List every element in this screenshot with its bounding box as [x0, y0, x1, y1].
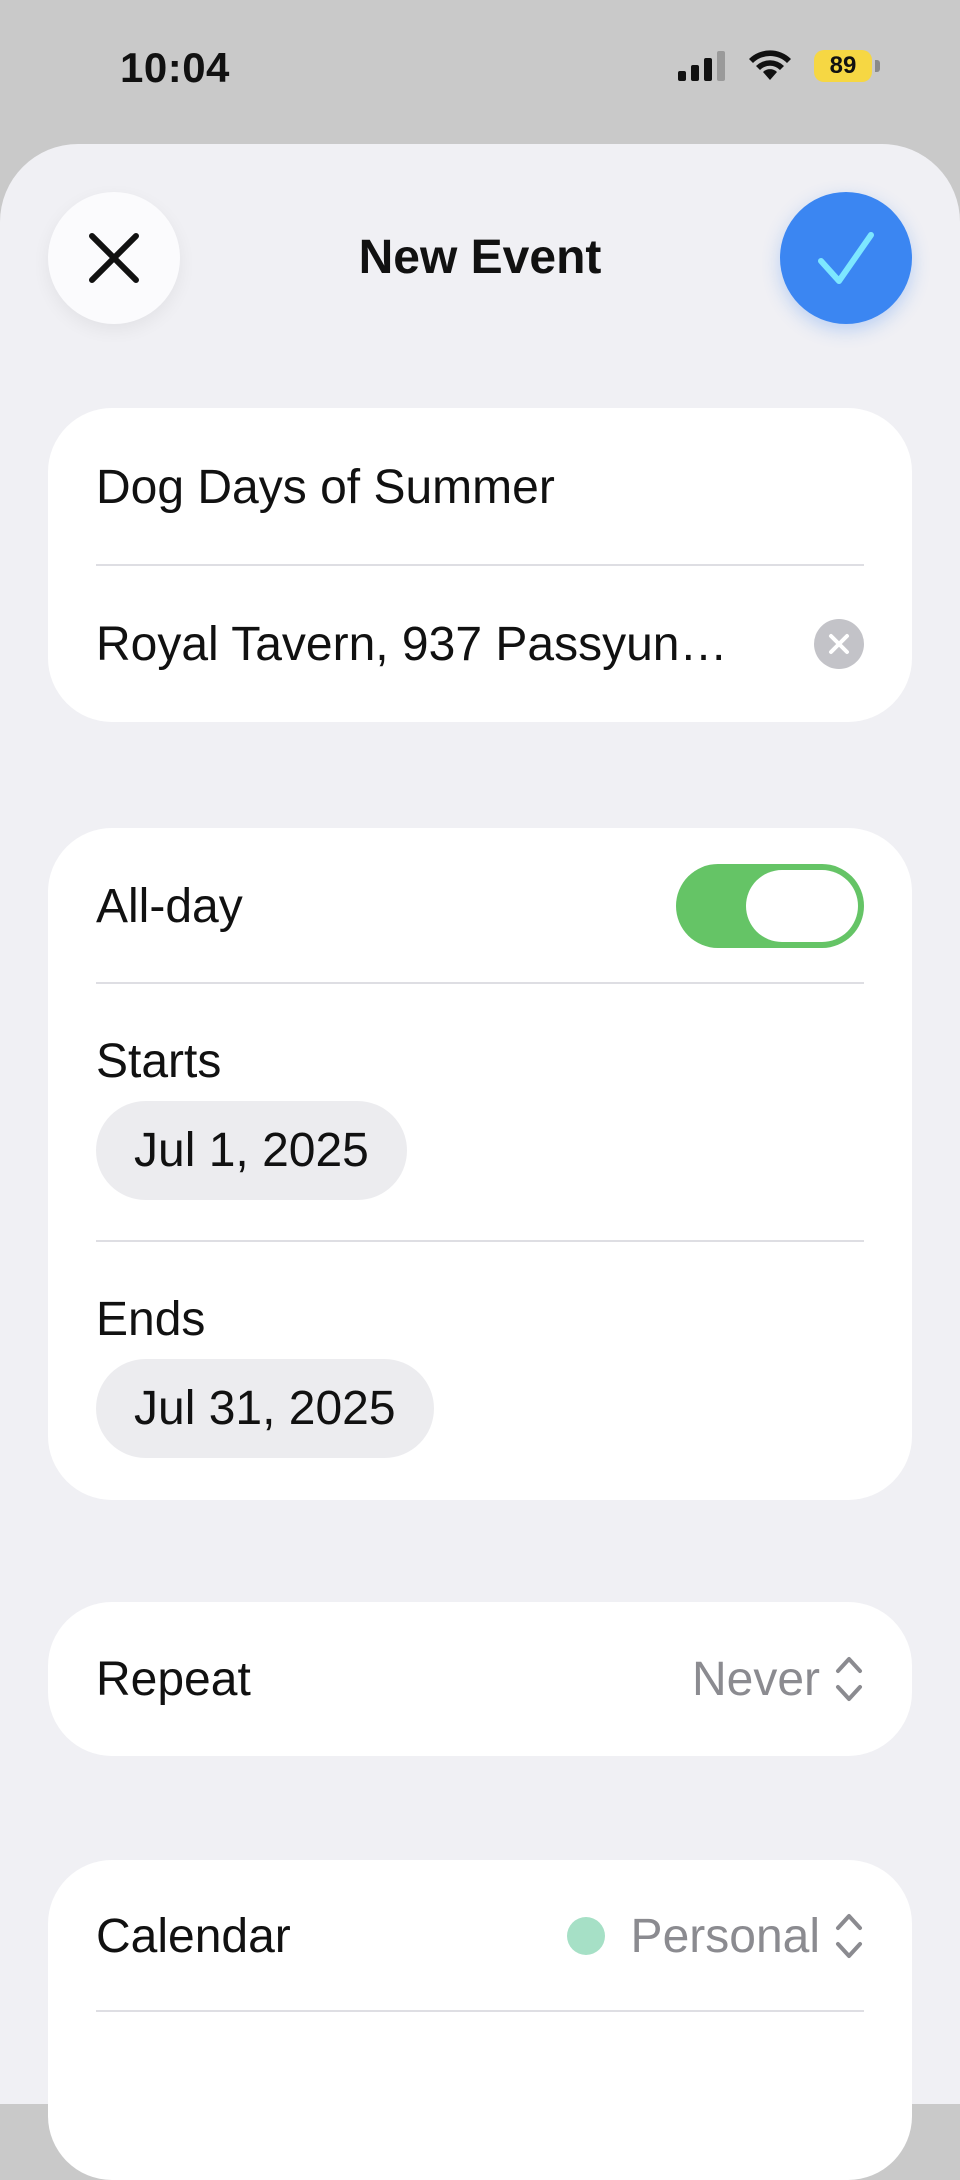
title-field[interactable]: Dog Days of Summer — [48, 408, 912, 566]
repeat-row[interactable]: Repeat Never — [48, 1602, 912, 1756]
ends-date-button[interactable]: Jul 31, 2025 — [96, 1359, 434, 1458]
new-event-sheet: New Event Dog Days of Summer Royal Taver… — [0, 144, 960, 2180]
calendar-label: Calendar — [96, 1909, 291, 1963]
clear-location-button[interactable] — [814, 619, 864, 669]
battery-tip — [875, 60, 880, 72]
cellular-signal-icon — [678, 51, 725, 81]
wifi-icon — [749, 50, 791, 80]
starts-date-button[interactable]: Jul 1, 2025 — [96, 1101, 407, 1200]
all-day-label: All-day — [96, 879, 243, 933]
calendar-value: Personal — [630, 1909, 820, 1963]
all-day-toggle[interactable] — [676, 864, 864, 948]
calendar-selector[interactable]: Personal — [566, 1909, 864, 1964]
done-button[interactable] — [780, 192, 912, 324]
title-value: Dog Days of Summer — [96, 460, 555, 514]
calendar-row[interactable]: Calendar Personal — [48, 1860, 912, 2012]
calendar-card: Calendar Personal — [48, 1860, 912, 2180]
status-icons: 89 — [678, 50, 880, 82]
repeat-card: Repeat Never — [48, 1602, 912, 1756]
ends-label: Ends — [96, 1293, 206, 1346]
starts-label: Starts — [96, 1035, 222, 1088]
location-value: Royal Tavern, 937 Passyun… — [96, 617, 728, 671]
ends-row: Ends Jul 31, 2025 — [48, 1242, 912, 1500]
all-day-row: All-day — [48, 828, 912, 984]
status-time: 10:04 — [120, 44, 230, 91]
clear-icon — [829, 634, 849, 654]
status-bar: 10:04 89 — [0, 0, 960, 140]
battery-indicator: 89 — [814, 50, 880, 82]
checkmark-icon — [818, 232, 874, 284]
toggle-knob — [746, 870, 858, 942]
location-field[interactable]: Royal Tavern, 937 Passyun… — [48, 566, 912, 722]
dates-card: All-day Starts Jul 1, 2025 Ends Jul 31, … — [48, 828, 912, 1500]
chevron-up-down-icon — [836, 1657, 862, 1701]
title-location-card: Dog Days of Summer Royal Tavern, 937 Pas… — [48, 408, 912, 722]
battery-level: 89 — [814, 50, 872, 82]
calendar-color-dot — [566, 1917, 605, 1955]
repeat-label: Repeat — [96, 1652, 251, 1706]
divider — [96, 2010, 864, 2012]
repeat-value: Never — [691, 1652, 820, 1706]
repeat-selector[interactable]: Never — [692, 1652, 864, 1707]
starts-row: Starts Jul 1, 2025 — [48, 984, 912, 1242]
chevron-up-down-icon — [836, 1914, 862, 1958]
